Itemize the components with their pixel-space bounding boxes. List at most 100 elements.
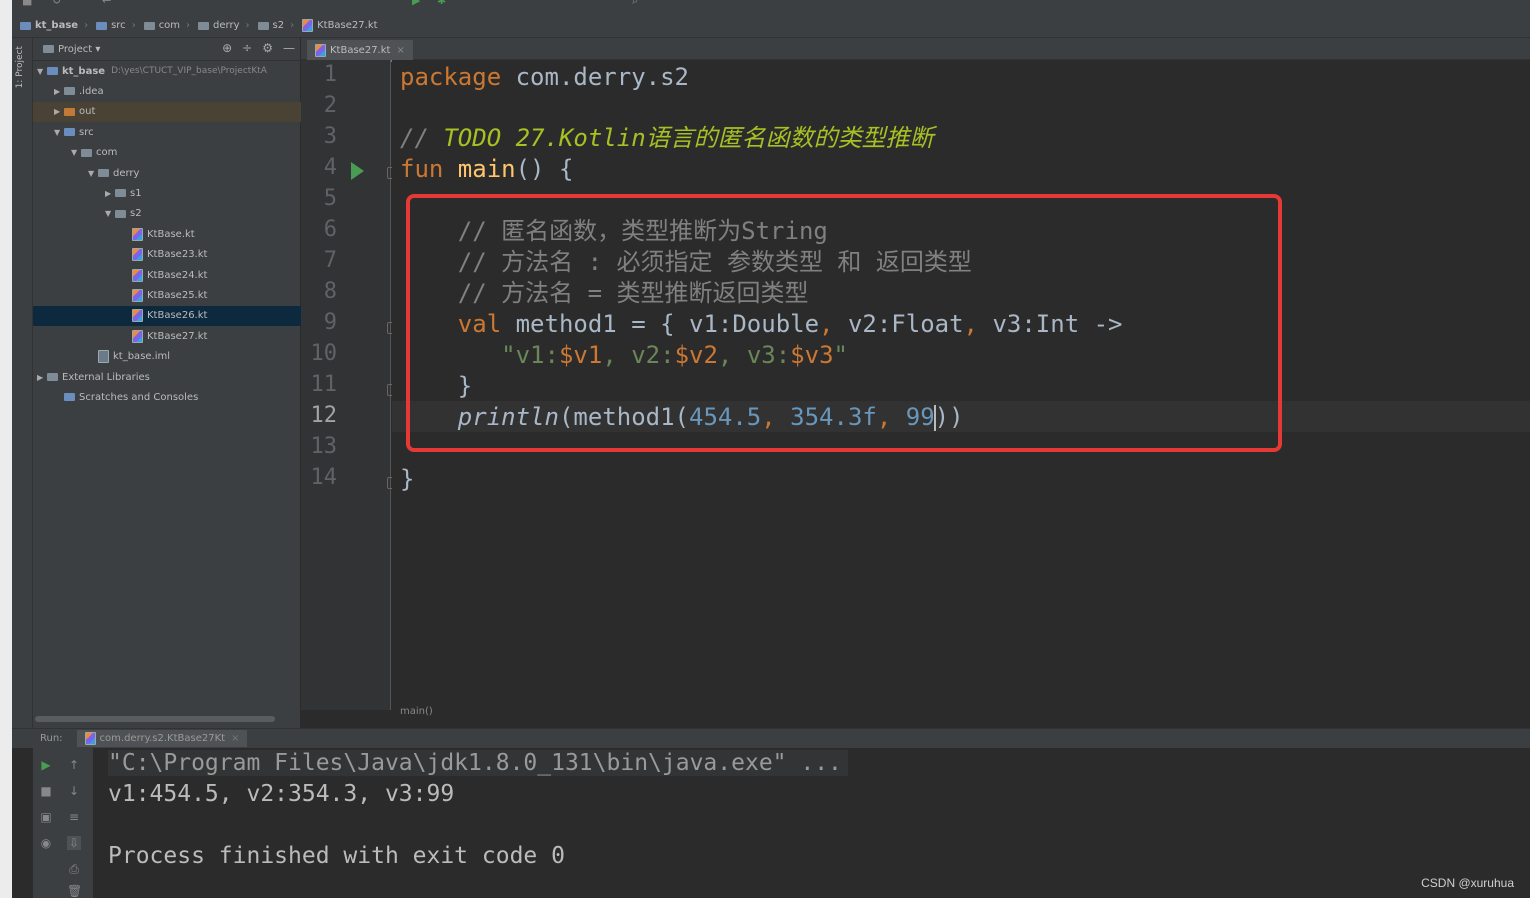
- expand-arrow-icon[interactable]: ▼: [37, 67, 47, 76]
- editor-breadcrumb[interactable]: main(): [392, 706, 692, 724]
- package-icon: [198, 21, 210, 30]
- tree-item[interactable]: ▼ derry: [33, 163, 301, 183]
- line-number: 7: [323, 248, 337, 273]
- tree-item-label: .idea: [79, 85, 104, 97]
- kotlin-file-icon: [132, 268, 143, 282]
- tree-item[interactable]: KtBase23.kt: [33, 245, 301, 265]
- tree-item-label: s2: [130, 208, 142, 220]
- back-icon[interactable]: ←: [102, 0, 114, 7]
- down-arrow-icon[interactable]: ↓: [67, 784, 81, 798]
- tree-item[interactable]: ▼ s2: [33, 204, 301, 224]
- tree-item[interactable]: ▶ External Libraries: [33, 367, 301, 387]
- kotlin-file-icon: [315, 43, 326, 57]
- close-tab-icon[interactable]: ×: [396, 45, 404, 56]
- run-console[interactable]: "C:\Program Files\Java\jdk1.8.0_131\bin\…: [93, 748, 1530, 898]
- code-line-1: package com.derry.s2: [400, 63, 689, 91]
- tree-item-label: src: [79, 126, 94, 138]
- scroll-to-end-icon[interactable]: ⇩: [67, 836, 81, 850]
- tree-item[interactable]: ▶ .idea: [33, 81, 301, 101]
- stop-icon[interactable]: ■: [39, 784, 53, 798]
- sync-icon[interactable]: ↻: [52, 0, 64, 7]
- collapse-arrow-icon[interactable]: ▶: [105, 189, 115, 198]
- camera-icon[interactable]: ◉: [39, 836, 53, 850]
- run-main-icon[interactable]: [351, 162, 364, 180]
- line-number: 13: [310, 434, 338, 459]
- tab-ktbase27[interactable]: KtBase27.kt ×: [307, 40, 413, 62]
- breadcrumb-module[interactable]: kt_base ›: [20, 20, 88, 31]
- search-icon[interactable]: ⌕: [632, 0, 644, 7]
- expand-arrow-icon[interactable]: ▼: [71, 148, 81, 157]
- folder-icon: [98, 169, 109, 177]
- tree-item[interactable]: KtBase25.kt: [33, 285, 301, 305]
- project-horizontal-scrollbar[interactable]: [35, 716, 275, 722]
- editor-tab-bar: KtBase27.kt ×: [301, 38, 1530, 62]
- tree-item[interactable]: ▼ kt_base D:\yes\CTUCT_VIP_base\ProjectKtA: [33, 61, 301, 81]
- folder-icon: [115, 189, 126, 198]
- tree-item[interactable]: ▶ s1: [33, 183, 301, 203]
- expand-arrow-icon[interactable]: ▼: [54, 128, 64, 137]
- up-arrow-icon[interactable]: ↑: [67, 758, 81, 772]
- project-icon: [43, 45, 54, 53]
- trash-icon[interactable]: 🗑: [67, 884, 82, 898]
- kotlin-file-icon: [132, 329, 143, 343]
- tree-item[interactable]: ▼ com: [33, 143, 301, 163]
- collapse-arrow-icon[interactable]: ▶: [37, 373, 47, 382]
- tab-run-config[interactable]: com.derry.s2.KtBase27Kt ×: [76, 730, 248, 747]
- project-panel: Project ▾ ⊕ ÷ ⚙ — ▼ kt_base D:\yes\CTUCT_V…: [33, 38, 301, 728]
- line-number: 10: [310, 341, 338, 366]
- tree-item[interactable]: KtBase27.kt: [33, 326, 301, 346]
- collapse-all-icon[interactable]: ÷: [242, 41, 252, 55]
- project-tool-button[interactable]: 1: Project: [15, 46, 25, 88]
- tree-item-label: out: [79, 106, 96, 118]
- expand-arrow-icon[interactable]: ▼: [105, 209, 115, 218]
- tree-item[interactable]: Scratches and Consoles: [33, 387, 301, 407]
- watermark: CSDN @xuruhua: [1421, 876, 1514, 890]
- soft-wrap-icon[interactable]: ≡: [67, 810, 81, 824]
- tree-item[interactable]: ▼ src: [33, 122, 301, 142]
- collapse-arrow-icon[interactable]: ▶: [54, 87, 64, 96]
- line-number: 1: [323, 62, 337, 87]
- tree-item[interactable]: KtBase26.kt: [33, 305, 301, 326]
- tree-item-label: s1: [130, 187, 142, 199]
- collapse-arrow-icon[interactable]: ▶: [54, 107, 64, 116]
- layout-icon[interactable]: ▣: [39, 810, 53, 824]
- locate-icon[interactable]: ⊕: [222, 41, 232, 55]
- kotlin-file-icon: [132, 288, 143, 302]
- line-number: 9: [323, 310, 337, 335]
- run-panel-header: Run: com.derry.s2.KtBase27Kt ×: [12, 728, 1530, 748]
- line-number: 5: [323, 186, 337, 211]
- folder-icon: [64, 128, 75, 137]
- expand-arrow-icon[interactable]: ▼: [88, 169, 98, 178]
- breadcrumb-s2[interactable]: s2 ›: [257, 20, 294, 31]
- breadcrumb-file[interactable]: KtBase27.kt: [302, 19, 378, 32]
- rerun-icon[interactable]: ▶: [39, 758, 53, 772]
- gear-icon[interactable]: ⚙: [262, 41, 273, 55]
- console-command-line: "C:\Program Files\Java\jdk1.8.0_131\bin\…: [108, 750, 848, 776]
- editor-gutter: 1 2 3 4 5 6 7 8 9 10 11 12 13 14: [301, 60, 399, 710]
- close-tab-icon[interactable]: ×: [231, 733, 239, 744]
- tree-item[interactable]: KtBase.kt: [33, 224, 301, 244]
- main-toolbar: ■ ↻ ← ▶ ✱ ⌕: [12, 0, 1530, 14]
- package-icon: [257, 21, 269, 30]
- console-exit-line: Process finished with exit code 0: [108, 843, 565, 869]
- window-edge: [0, 0, 12, 898]
- hide-icon[interactable]: —: [283, 41, 295, 55]
- debug-icon[interactable]: ✱: [437, 0, 449, 7]
- breadcrumb-com[interactable]: com ›: [143, 20, 190, 31]
- tree-item-label: KtBase23.kt: [147, 249, 208, 261]
- code-line-14: }: [400, 465, 415, 493]
- breadcrumb-src[interactable]: src ›: [96, 20, 136, 31]
- run-icon[interactable]: ▶: [412, 0, 424, 7]
- folder-icon: [47, 67, 58, 75]
- tree-item[interactable]: kt_base.iml: [33, 347, 301, 367]
- breadcrumb-derry[interactable]: derry ›: [198, 20, 250, 31]
- tree-item[interactable]: ▶ out: [33, 101, 301, 122]
- run-toolbar: ▶ ↑ ■ ↓ ▣ ≡ ◉ ⇩ ⎙ 🗑: [33, 748, 93, 898]
- print-icon[interactable]: ⎙: [67, 862, 81, 876]
- tree-item-label: KtBase24.kt: [147, 269, 208, 281]
- line-number: 4: [323, 155, 337, 180]
- console-output-line: v1:454.5, v2:354.3, v3:99: [108, 781, 455, 807]
- tree-item[interactable]: KtBase24.kt: [33, 265, 301, 285]
- project-view-dropdown[interactable]: Project ▾: [43, 44, 100, 55]
- save-icon[interactable]: ■: [22, 0, 34, 7]
